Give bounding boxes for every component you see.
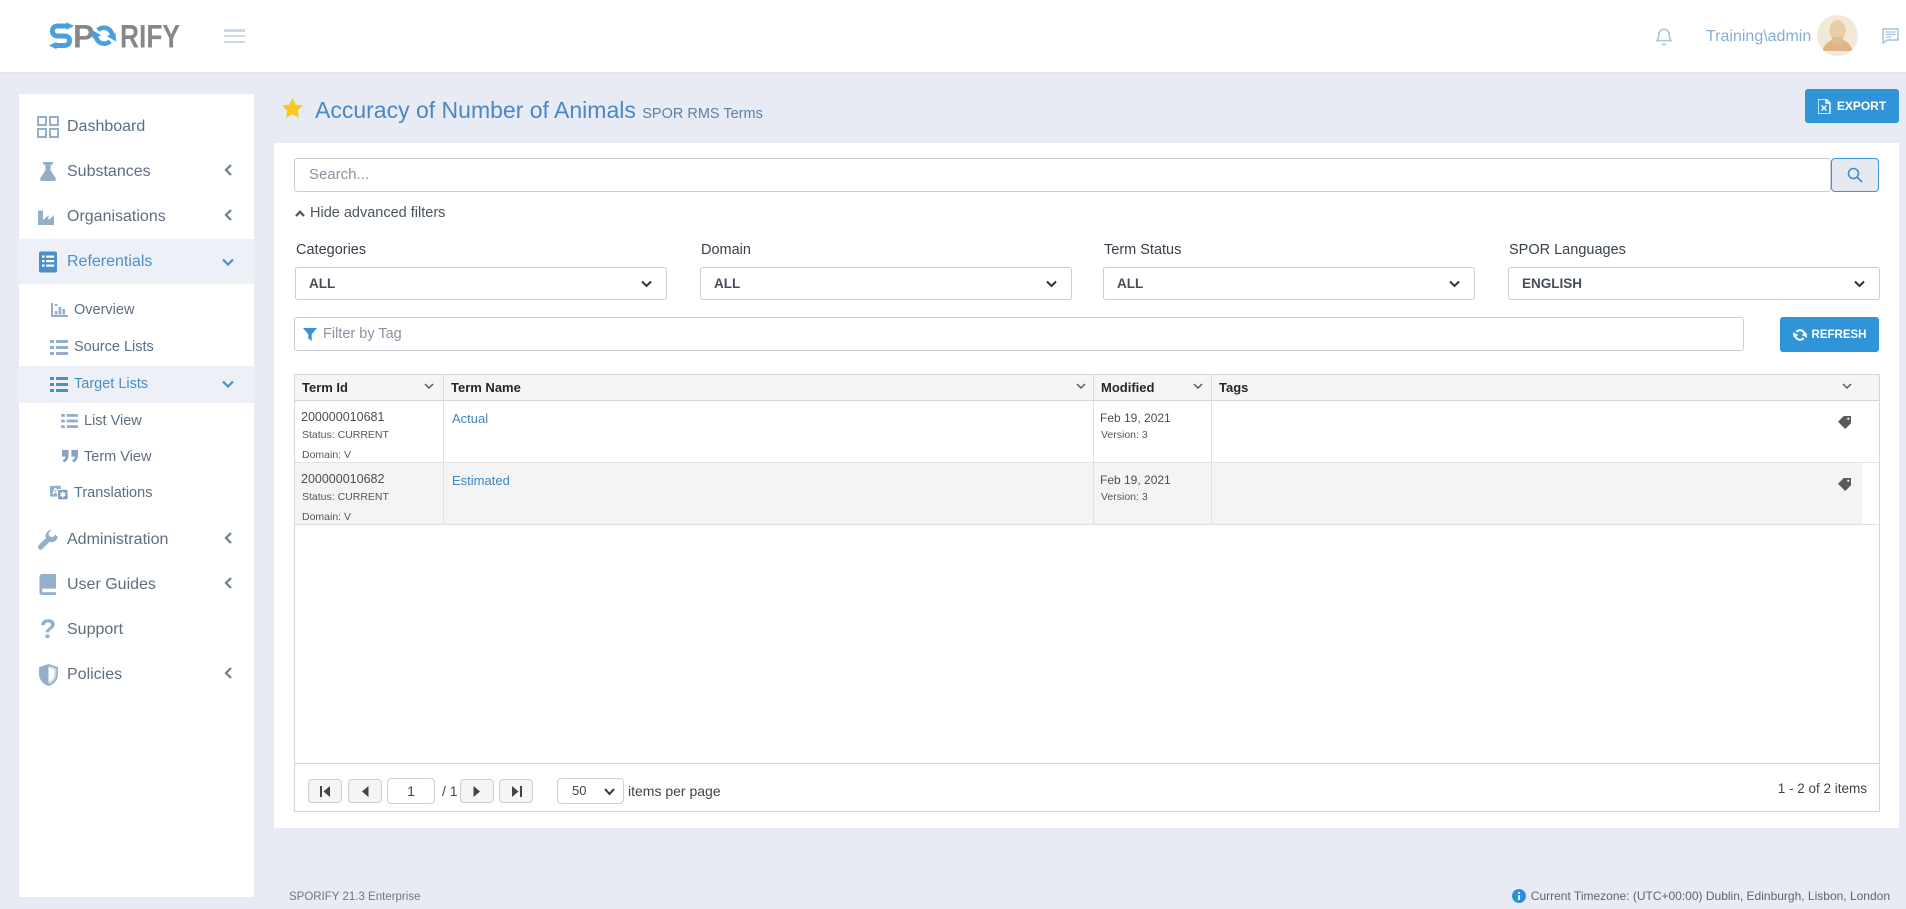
svg-text:P: P [73, 21, 94, 51]
svg-text:RIFY: RIFY [120, 21, 180, 51]
